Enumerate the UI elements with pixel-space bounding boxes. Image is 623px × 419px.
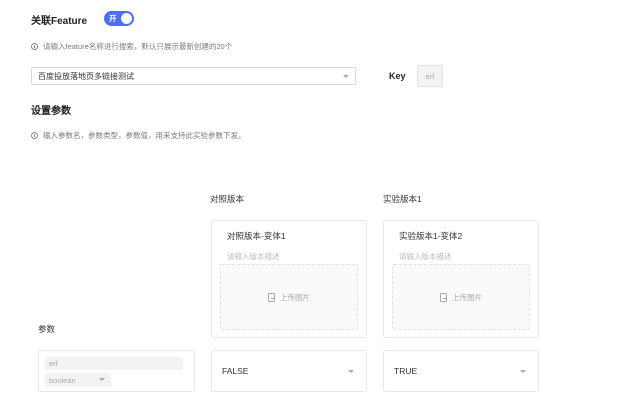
experiment-variant-desc[interactable]: 请输入版本描述 bbox=[399, 251, 452, 262]
feature-hint-text: 请输入feature名称进行搜索，默认只展示最新创建的20个 bbox=[43, 42, 233, 51]
key-input[interactable]: erf bbox=[417, 65, 443, 87]
experiment-upload-label: 上传图片 bbox=[452, 292, 482, 302]
param-definition-card: erf boolean bbox=[38, 350, 195, 392]
feature-section-title: 关联Feature bbox=[31, 16, 88, 27]
param-type-value: boolean bbox=[49, 375, 76, 385]
info-icon bbox=[31, 132, 38, 139]
info-icon bbox=[31, 43, 38, 50]
param-type-select[interactable]: boolean bbox=[45, 373, 111, 387]
control-variant-card: 对照版本-变体1 请输入版本描述 上传图片 bbox=[211, 220, 367, 338]
param-name-value: erf bbox=[49, 359, 58, 368]
experiment-value: TRUE bbox=[394, 366, 418, 376]
control-value-select[interactable]: FALSE bbox=[211, 350, 367, 392]
experiment-upload-area[interactable]: 上传图片 bbox=[392, 264, 530, 330]
params-section-title: 设置参数 bbox=[31, 106, 71, 117]
experiment-value-select[interactable]: TRUE bbox=[383, 350, 539, 392]
chevron-down-icon bbox=[343, 75, 349, 78]
key-value: erf bbox=[425, 71, 435, 81]
params-hint-text: 输入参数名，参数类型，参数值，用来支持此实验参数下发。 bbox=[43, 131, 246, 140]
feature-select-value: 百度投放落地页多链接测试 bbox=[38, 71, 134, 81]
feature-select[interactable]: 百度投放落地页多链接测试 bbox=[31, 67, 356, 85]
feature-toggle[interactable]: 开 bbox=[104, 11, 134, 26]
control-upload-area[interactable]: 上传图片 bbox=[220, 264, 358, 330]
feature-hint: 请输入feature名称进行搜索，默认只展示最新创建的20个 bbox=[31, 41, 232, 52]
toggle-label: 开 bbox=[109, 14, 117, 23]
key-label: Key bbox=[389, 71, 406, 81]
control-upload-label: 上传图片 bbox=[280, 292, 310, 302]
toggle-knob bbox=[121, 13, 132, 24]
file-icon bbox=[440, 292, 447, 302]
chevron-down-icon bbox=[348, 370, 354, 373]
file-icon bbox=[268, 292, 275, 302]
control-variant-desc[interactable]: 请输入版本描述 bbox=[227, 251, 280, 262]
param-name-input[interactable]: erf bbox=[45, 357, 183, 370]
chevron-down-icon bbox=[520, 370, 526, 373]
params-hint: 输入参数名，参数类型，参数值，用来支持此实验参数下发。 bbox=[31, 130, 246, 141]
experiment-column-title: 实验版本1 bbox=[383, 194, 422, 204]
experiment-variant-name[interactable]: 实验版本1-变体2 bbox=[399, 230, 462, 242]
control-column-title: 对照版本 bbox=[210, 194, 245, 204]
control-value: FALSE bbox=[222, 366, 249, 376]
experiment-variant-card: 实验版本1-变体2 请输入版本描述 上传图片 bbox=[383, 220, 539, 338]
param-column-label: 参数 bbox=[38, 324, 56, 334]
chevron-down-icon bbox=[99, 378, 105, 381]
control-variant-name[interactable]: 对照版本-变体1 bbox=[227, 230, 286, 242]
